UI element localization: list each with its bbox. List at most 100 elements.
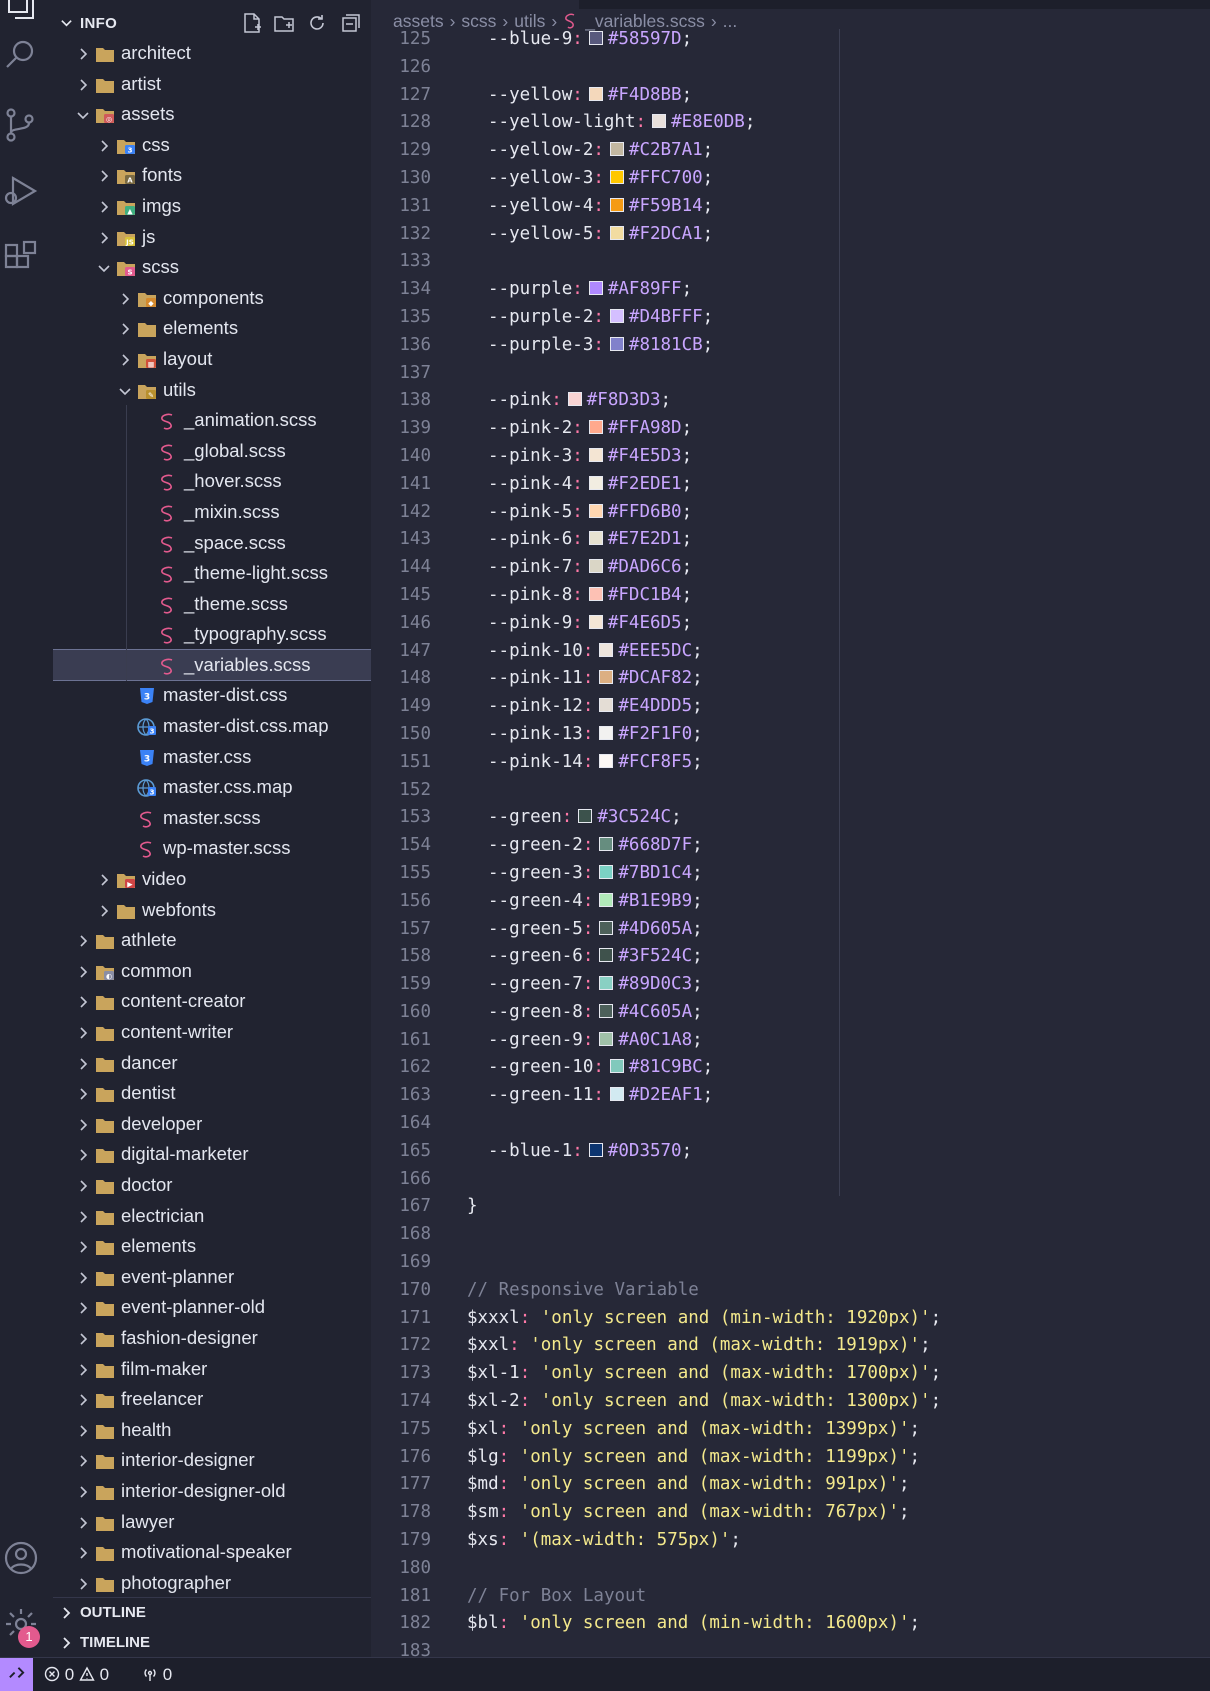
- search-icon[interactable]: [3, 37, 39, 73]
- color-swatch[interactable]: [588, 586, 603, 601]
- chevron-right-icon[interactable]: [76, 1507, 90, 1537]
- tree-file-row[interactable]: _variables.scss: [53, 648, 371, 682]
- tree-folder-row[interactable]: Afonts: [53, 160, 371, 191]
- color-swatch[interactable]: [599, 725, 614, 740]
- chevron-right-icon[interactable]: [76, 1201, 90, 1231]
- color-swatch[interactable]: [588, 420, 603, 435]
- tree-folder-row[interactable]: dentist: [53, 1078, 371, 1109]
- color-swatch[interactable]: [599, 642, 614, 657]
- chevron-right-icon[interactable]: [76, 1384, 90, 1414]
- color-swatch[interactable]: [599, 753, 614, 768]
- chevron-right-icon[interactable]: [76, 1292, 90, 1322]
- problems-status[interactable]: 0 0: [44, 1665, 109, 1685]
- tree-folder-row[interactable]: developer: [53, 1109, 371, 1140]
- color-swatch[interactable]: [599, 948, 614, 963]
- chevron-right-icon[interactable]: [97, 864, 111, 894]
- color-swatch[interactable]: [588, 475, 603, 490]
- chevron-right-icon[interactable]: [76, 1109, 90, 1139]
- color-swatch[interactable]: [588, 531, 603, 546]
- tree-file-row[interactable]: _theme-light.scss: [53, 558, 371, 589]
- tree-folder-row[interactable]: event-planner-old: [53, 1292, 371, 1323]
- color-swatch[interactable]: [609, 1059, 624, 1074]
- collapse-all-icon[interactable]: [340, 12, 362, 34]
- color-swatch[interactable]: [609, 308, 624, 323]
- tree-folder-row[interactable]: ▲ imgs: [53, 191, 371, 222]
- color-swatch[interactable]: [609, 169, 624, 184]
- extensions-icon[interactable]: [3, 240, 39, 276]
- ports-status[interactable]: 0: [142, 1665, 172, 1685]
- tree-file-row[interactable]: wp-master.scss: [53, 833, 371, 864]
- tree-folder-row[interactable]: content-writer: [53, 1017, 371, 1048]
- color-swatch[interactable]: [609, 336, 624, 351]
- tree-folder-row[interactable]: athlete: [53, 925, 371, 956]
- color-swatch[interactable]: [599, 1003, 614, 1018]
- tree-folder-row[interactable]: electrician: [53, 1201, 371, 1232]
- tree-file-row[interactable]: 3 master.css.map: [53, 772, 371, 803]
- tree-folder-row[interactable]: Sscss: [53, 252, 371, 283]
- chevron-right-icon[interactable]: [118, 283, 132, 313]
- chevron-right-icon[interactable]: [76, 1476, 90, 1506]
- tree-file-row[interactable]: _theme.scss: [53, 589, 371, 620]
- chevron-right-icon[interactable]: [76, 925, 90, 955]
- color-swatch[interactable]: [599, 837, 614, 852]
- tree-file-row[interactable]: _animation.scss: [53, 405, 371, 436]
- color-swatch[interactable]: [609, 225, 624, 240]
- chevron-right-icon[interactable]: [76, 1415, 90, 1445]
- color-swatch[interactable]: [652, 114, 667, 129]
- tree-folder-row[interactable]: fashion-designer: [53, 1323, 371, 1354]
- new-file-icon[interactable]: [241, 12, 263, 34]
- tree-file-row[interactable]: _typography.scss: [53, 619, 371, 650]
- chevron-right-icon[interactable]: [97, 222, 111, 252]
- tree-folder-row[interactable]: health: [53, 1415, 371, 1446]
- color-swatch[interactable]: [567, 392, 582, 407]
- chevron-right-icon[interactable]: [76, 956, 90, 986]
- tree-folder-row[interactable]: dancer: [53, 1048, 371, 1079]
- chevron-right-icon[interactable]: [76, 1537, 90, 1567]
- color-swatch[interactable]: [599, 920, 614, 935]
- color-swatch[interactable]: [599, 892, 614, 907]
- tree-folder-row[interactable]: motivational-speaker: [53, 1537, 371, 1568]
- tree-folder-row[interactable]: ▶ video: [53, 864, 371, 895]
- tree-folder-row[interactable]: JS js: [53, 222, 371, 253]
- chevron-down-icon[interactable]: [60, 17, 73, 30]
- tree-file-row[interactable]: 3 master-dist.css: [53, 680, 371, 711]
- chevron-right-icon[interactable]: [76, 1354, 90, 1384]
- color-swatch[interactable]: [599, 1031, 614, 1046]
- chevron-right-icon[interactable]: [97, 895, 111, 925]
- tree-folder-row[interactable]: 3 css: [53, 130, 371, 161]
- color-swatch[interactable]: [588, 503, 603, 518]
- chevron-right-icon[interactable]: [76, 1231, 90, 1261]
- tree-file-row[interactable]: 3 master-dist.css.map: [53, 711, 371, 742]
- tree-folder-row[interactable]: doctor: [53, 1170, 371, 1201]
- code-editor[interactable]: 125 --blue-9: #58597D; 126 127 --yellow: #F4D8…: [371, 26, 1210, 1657]
- chevron-right-icon[interactable]: [76, 1048, 90, 1078]
- tree-folder-row[interactable]: elements: [53, 1231, 371, 1262]
- tree-folder-row[interactable]: ◆ components: [53, 283, 371, 314]
- color-swatch[interactable]: [588, 1142, 603, 1157]
- chevron-right-icon[interactable]: [76, 1323, 90, 1353]
- color-swatch[interactable]: [588, 559, 603, 574]
- color-swatch[interactable]: [599, 670, 614, 685]
- tree-folder-row[interactable]: lawyer: [53, 1507, 371, 1538]
- chevron-right-icon[interactable]: [76, 1568, 90, 1598]
- new-folder-icon[interactable]: [273, 12, 295, 34]
- tree-folder-row[interactable]: elements: [53, 313, 371, 344]
- tree-folder-row[interactable]: interior-designer-old: [53, 1476, 371, 1507]
- tree-folder-row[interactable]: interior-designer: [53, 1445, 371, 1476]
- chevron-right-icon[interactable]: [76, 986, 90, 1016]
- chevron-right-icon[interactable]: [76, 1078, 90, 1108]
- color-swatch[interactable]: [578, 809, 593, 824]
- tree-file-row[interactable]: _global.scss: [53, 436, 371, 467]
- tree-folder-row[interactable]: ▦ layout: [53, 344, 371, 375]
- color-swatch[interactable]: [599, 864, 614, 879]
- tree-folder-row[interactable]: freelancer: [53, 1384, 371, 1415]
- color-swatch[interactable]: [588, 86, 603, 101]
- color-swatch[interactable]: [588, 31, 603, 45]
- remote-indicator[interactable]: [0, 1658, 33, 1691]
- color-swatch[interactable]: [609, 142, 624, 157]
- explorer-icon[interactable]: [3, 0, 39, 22]
- source-control-icon[interactable]: [3, 107, 39, 143]
- chevron-right-icon[interactable]: [97, 130, 111, 160]
- chevron-right-icon[interactable]: [97, 191, 111, 221]
- chevron-right-icon[interactable]: [118, 344, 132, 374]
